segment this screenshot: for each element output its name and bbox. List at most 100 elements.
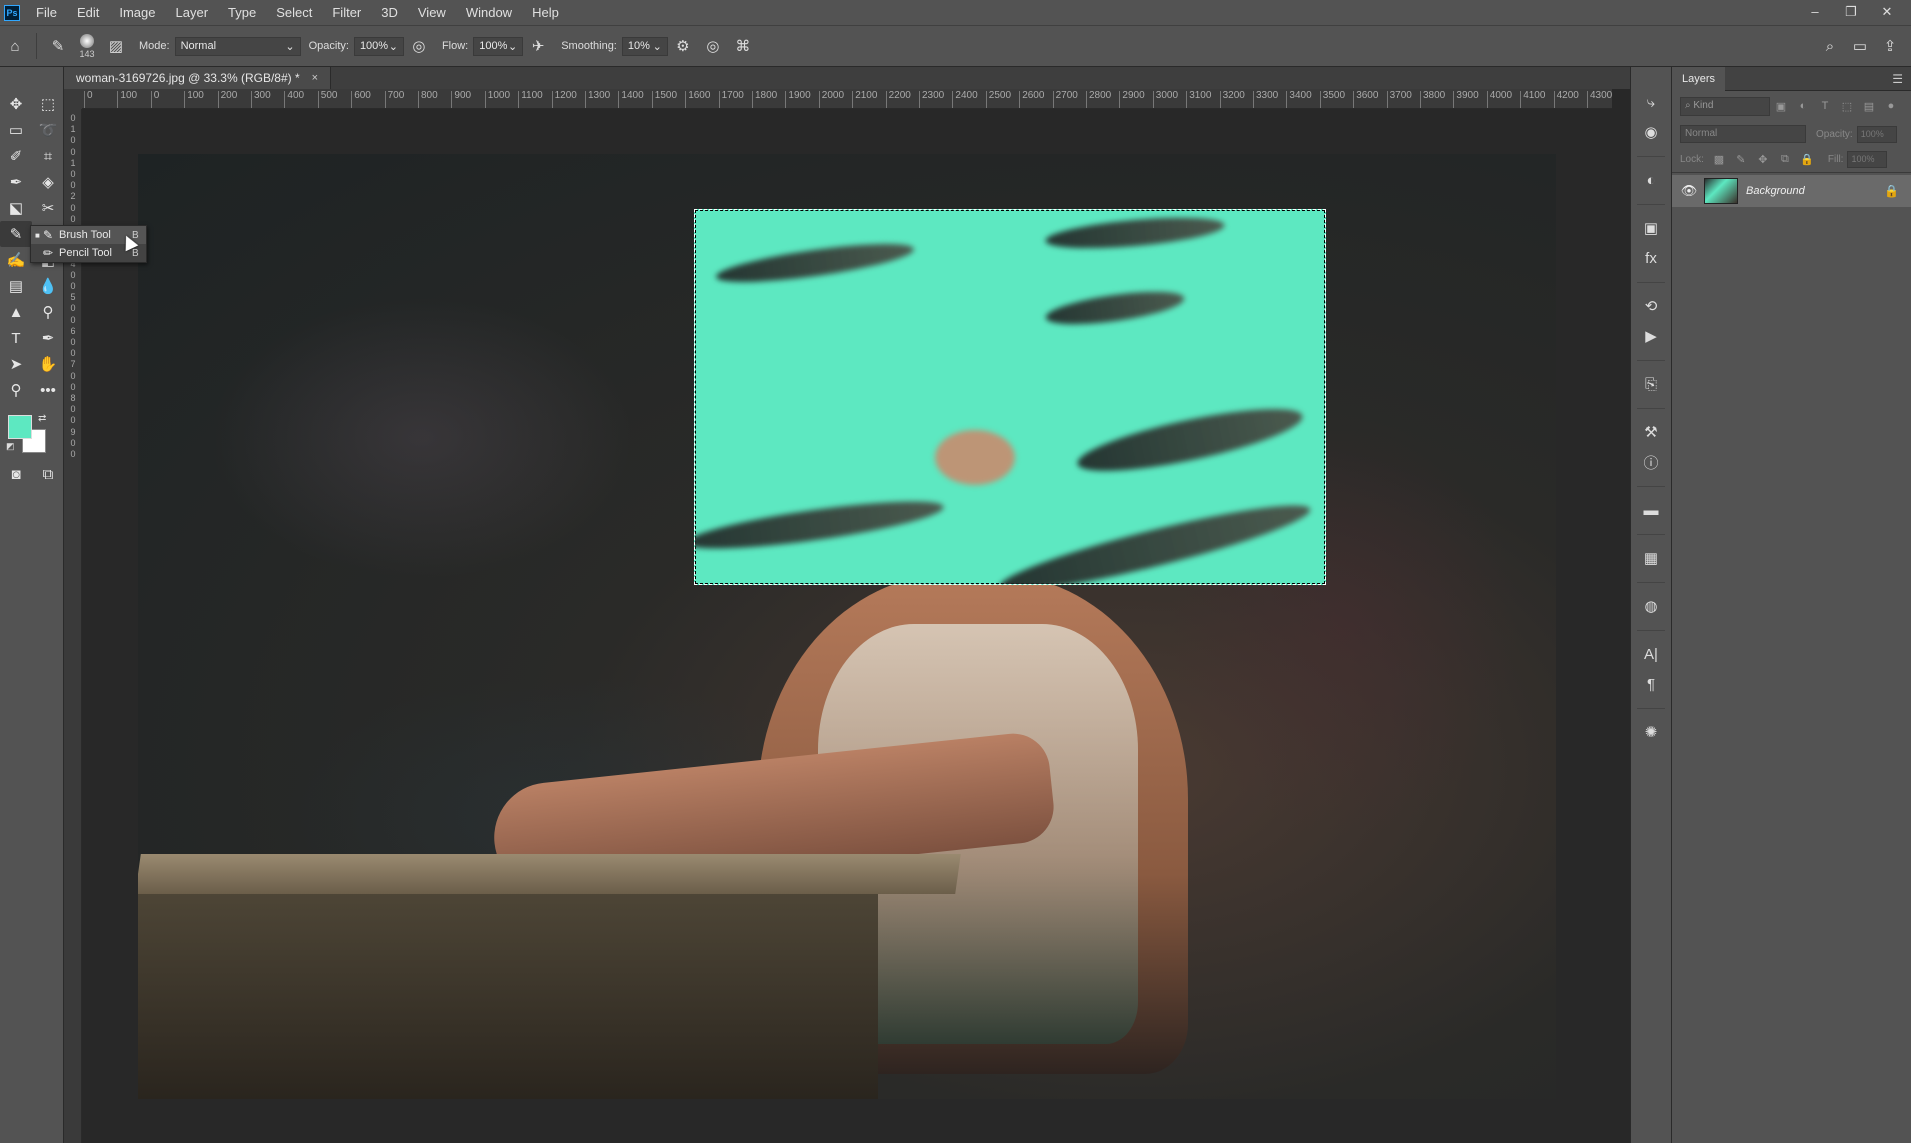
layer-opacity-field[interactable]: 100% [1856, 125, 1897, 143]
menu-image[interactable]: Image [109, 0, 165, 25]
panel-menu-icon[interactable]: ☰ [1892, 72, 1903, 86]
smoothing-field[interactable]: 10% ⌄ [621, 36, 668, 56]
document-tab[interactable]: woman-3169726.jpg @ 33.3% (RGB/8#) * × [64, 67, 332, 89]
gradient-tool-icon[interactable]: ▤ [0, 273, 32, 299]
menu-file[interactable]: File [26, 0, 67, 25]
mixer-brush-tool-icon[interactable]: ✍ [0, 247, 32, 273]
quick-selection-tool-icon[interactable]: ✐ [0, 143, 32, 169]
shape-filter-icon[interactable]: ⬚ [1836, 100, 1858, 113]
brush-tool-preset-icon[interactable]: ✎ [46, 34, 70, 58]
tab-layers[interactable]: Layers [1672, 66, 1726, 91]
default-colors-icon[interactable]: ◩ [6, 441, 15, 452]
foreground-color-swatch[interactable] [8, 415, 32, 439]
flow-field[interactable]: 100% ⌄ [473, 36, 524, 56]
brush-preset-picker[interactable]: 143 [73, 29, 101, 63]
layer-filter-kind-select[interactable]: ⌕ Kind [1680, 96, 1770, 116]
menu-3d[interactable]: 3D [371, 0, 408, 25]
pixel-filter-icon[interactable]: ▣ [1770, 100, 1792, 113]
quick-mask-icon[interactable]: ◙ [0, 461, 32, 487]
filter-toggle-icon[interactable]: ● [1880, 100, 1902, 112]
marquee-tool-icon[interactable]: ⬚ [32, 91, 64, 117]
type-filter-icon[interactable]: T [1814, 100, 1836, 112]
layer-row-background[interactable]: 👁 Background 🔒 [1672, 175, 1911, 207]
pressure-opacity-icon[interactable]: ◎ [407, 34, 431, 58]
visibility-eye-icon[interactable]: 👁 [1678, 183, 1700, 199]
rectangle-tool-icon[interactable]: ▭ [0, 117, 32, 143]
eyedropper-tool-icon[interactable]: ✒ [0, 169, 32, 195]
info-panel-icon[interactable]: ⓘ [1631, 447, 1671, 477]
sharpen-tool-icon[interactable]: ▲ [0, 299, 32, 325]
menu-help[interactable]: Help [522, 0, 569, 25]
horizontal-ruler[interactable]: 0 100 0 100 200 300 400 500 600 700 800 900 1000 1100… [82, 89, 1612, 109]
close-window-button[interactable]: ✕ [1869, 0, 1905, 25]
paint-bucket-tool-icon[interactable]: ◈ [32, 169, 64, 195]
share-icon[interactable]: ⇪ [1878, 34, 1902, 58]
menu-edit[interactable]: Edit [67, 0, 109, 25]
lock-position-icon[interactable]: ✥ [1752, 153, 1774, 166]
adjustment-filter-icon[interactable]: ◐ [1792, 100, 1814, 112]
move-tool-icon[interactable]: ✥ [0, 91, 32, 117]
menu-layer[interactable]: Layer [166, 0, 219, 25]
restore-button[interactable]: ❐ [1833, 0, 1869, 25]
ruler-origin[interactable] [64, 89, 82, 109]
airbrush-icon[interactable]: ✈ [526, 34, 550, 58]
color-panel-icon[interactable]: ◍ [1631, 591, 1671, 621]
vertical-ruler[interactable]: 0100100200300400500600700800900 [64, 109, 82, 1143]
clone-source-panel-icon[interactable]: ⎘ [1631, 369, 1671, 399]
fill-field[interactable]: 100% [1847, 151, 1888, 168]
menu-window[interactable]: Window [456, 0, 522, 25]
dodge-tool-icon[interactable]: ⚲ [32, 299, 64, 325]
smart-object-filter-icon[interactable]: ▤ [1858, 100, 1880, 113]
actions-panel-icon[interactable]: ▶ [1631, 321, 1671, 351]
pen-tool-icon[interactable]: ✒ [32, 325, 64, 351]
screen-mode-icon[interactable]: ⧉ [32, 461, 64, 487]
search-icon[interactable]: ⌕ [1818, 34, 1842, 58]
lock-all-icon[interactable]: 🔒 [1796, 153, 1818, 166]
workspace-switcher-icon[interactable]: ▭ [1848, 34, 1872, 58]
content-aware-tool-icon[interactable]: ✂ [32, 195, 64, 221]
tool-presets-panel-icon[interactable]: ⚒ [1631, 417, 1671, 447]
path-selection-tool-icon[interactable]: ➤ [0, 351, 32, 377]
paragraph-panel-icon[interactable]: ¶ [1631, 669, 1671, 699]
canvas-workspace[interactable] [82, 109, 1612, 1143]
painted-selection-area[interactable] [694, 209, 1326, 585]
type-tool-icon[interactable]: T [0, 325, 32, 351]
brushes-panel-icon[interactable]: ✺ [1631, 717, 1671, 747]
blend-mode-select[interactable]: Normal [1680, 125, 1806, 143]
home-icon[interactable]: ⌂ [3, 34, 27, 58]
lock-artboard-icon[interactable]: ⧉ [1774, 153, 1796, 166]
smoothing-options-gear-icon[interactable]: ⚙ [671, 34, 695, 58]
lock-pixels-icon[interactable]: ✎ [1730, 153, 1752, 166]
lock-transparency-icon[interactable]: ▩ [1708, 153, 1730, 166]
close-tab-icon[interactable]: × [312, 72, 318, 84]
menu-type[interactable]: Type [218, 0, 266, 25]
adjustments-panel-icon[interactable]: ◐ [1631, 165, 1671, 195]
crop-tool-icon[interactable]: ⌗ [32, 143, 64, 169]
minimize-button[interactable]: – [1797, 0, 1833, 25]
brush-settings-panel-icon[interactable]: ▨ [104, 34, 128, 58]
measurement-panel-icon[interactable]: ▬ [1631, 495, 1671, 525]
hand-tool-icon[interactable]: ✋ [32, 351, 64, 377]
object-selection-tool-icon[interactable]: ⬕ [0, 195, 32, 221]
more-tools-icon[interactable]: ••• [32, 377, 64, 403]
pressure-size-icon[interactable]: ◎ [701, 34, 725, 58]
character-panel-icon[interactable]: A| [1631, 639, 1671, 669]
paths-panel-icon[interactable]: ⤷ [1631, 87, 1671, 117]
menu-select[interactable]: Select [266, 0, 322, 25]
brush-tool-icon[interactable]: ✎ [0, 221, 32, 247]
blur-tool-icon[interactable]: 💧 [32, 273, 64, 299]
menu-view[interactable]: View [408, 0, 456, 25]
opacity-field[interactable]: 100% ⌄ [353, 36, 404, 56]
swatches-grid-panel-icon[interactable]: ▦ [1631, 543, 1671, 573]
zoom-tool-icon[interactable]: ⚲ [0, 377, 32, 403]
history-panel-icon[interactable]: ⟲ [1631, 291, 1671, 321]
libraries-panel-icon[interactable]: ▣ [1631, 213, 1671, 243]
menu-filter[interactable]: Filter [322, 0, 371, 25]
image-canvas[interactable] [138, 154, 1556, 1099]
swap-colors-icon[interactable]: ⇄ [38, 413, 46, 424]
channels-panel-icon[interactable]: ◉ [1631, 117, 1671, 147]
lasso-tool-icon[interactable]: ➰ [32, 117, 64, 143]
symmetry-butterfly-icon[interactable]: ⌘ [731, 34, 755, 58]
mode-select[interactable]: Normal ⌄ [174, 36, 301, 56]
styles-panel-icon[interactable]: fx [1631, 243, 1671, 273]
